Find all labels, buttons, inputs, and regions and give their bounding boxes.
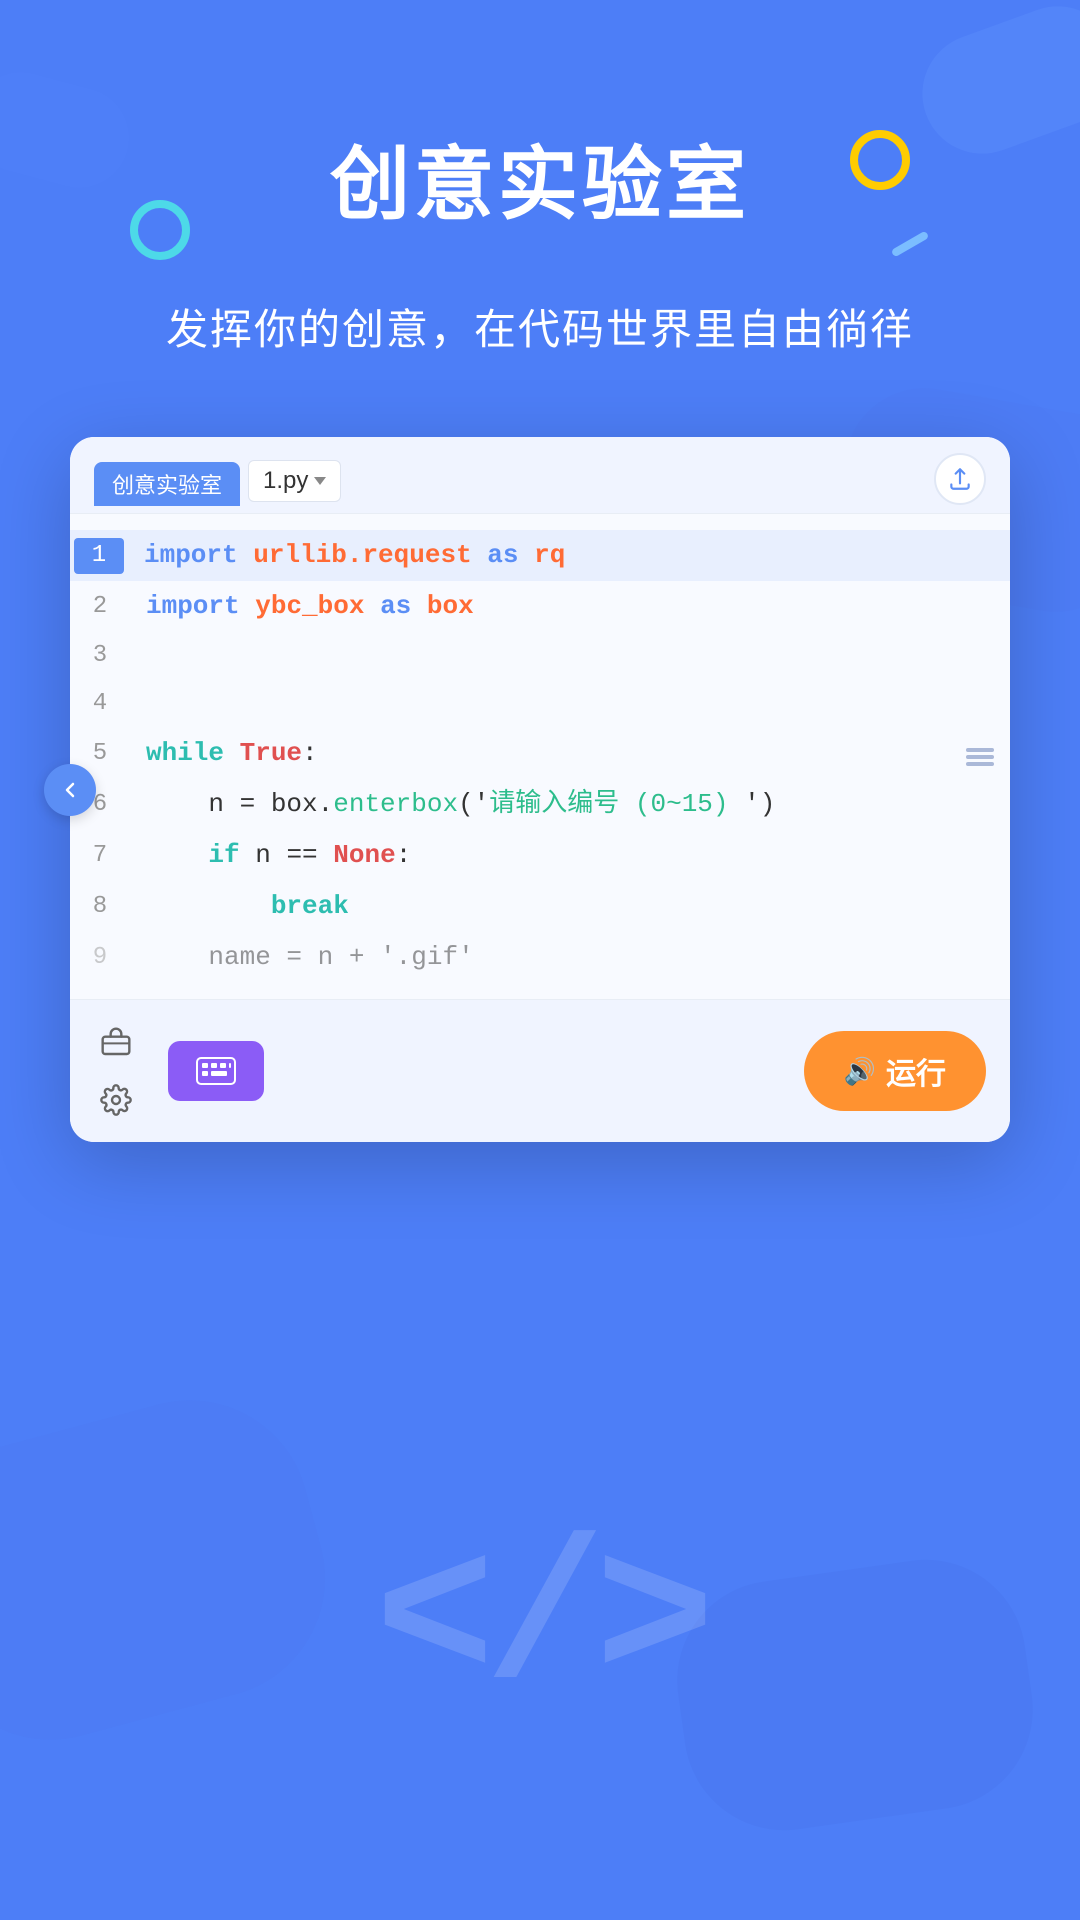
scroll-line-3: [966, 762, 994, 766]
code-line-9: 9 name = n + '.gif': [70, 932, 1010, 983]
file-name: 1.py: [263, 467, 308, 495]
line-number-8: 8: [70, 889, 130, 925]
code-content-2: import ybc_box as box: [130, 587, 1010, 626]
subtitle: 发挥你的创意，在代码世界里自由徜徉: [0, 296, 1080, 357]
card-footer: 🔊 运行: [70, 999, 1010, 1142]
code-content-7: if n == None:: [130, 836, 1010, 875]
share-button[interactable]: [934, 453, 986, 505]
line-number-4: 4: [70, 686, 130, 722]
code-decoration-icon: </>: [375, 1509, 705, 1736]
line-number-7: 7: [70, 838, 130, 874]
scroll-line-1: [966, 748, 994, 752]
code-content-9: name = n + '.gif': [130, 938, 1010, 977]
scroll-line-2: [966, 755, 994, 759]
file-selector[interactable]: 1.py: [248, 460, 341, 502]
tab-label[interactable]: 创意实验室: [94, 462, 240, 506]
code-content-8: break: [130, 887, 1010, 926]
code-line-2: 2 import ybc_box as box: [70, 581, 1010, 632]
keyboard-icon: [196, 1055, 236, 1087]
run-icon: 🔊: [844, 1056, 876, 1087]
reflection-area: [0, 1152, 1080, 1372]
settings-icon-btn[interactable]: [94, 1078, 138, 1122]
back-button[interactable]: [44, 764, 96, 816]
code-line-7: 7 if n == None:: [70, 830, 1010, 881]
code-area[interactable]: 1 import urllib.request as rq 2 import y…: [70, 514, 1010, 999]
run-button[interactable]: 🔊 运行: [804, 1031, 986, 1111]
chevron-down-icon: [314, 477, 326, 485]
code-line-8: 8 break: [70, 881, 1010, 932]
code-line-1: 1 import urllib.request as rq: [70, 530, 1010, 581]
code-content-6: n = box.enterbox('请输入编号 (0~15) '): [130, 785, 1010, 824]
toolbox-icon-btn[interactable]: [94, 1020, 138, 1064]
top-section: 创意实验室 发挥你的创意，在代码世界里自由徜徉: [0, 0, 1080, 357]
editor-card-container: 创意实验室 1.py 1 import urllib.request as rq…: [70, 437, 1010, 1142]
back-icon: [58, 778, 82, 802]
line-number-2: 2: [70, 589, 130, 625]
code-line-3: 3: [70, 632, 1010, 680]
toolbox-icon: [100, 1026, 132, 1058]
share-icon: [947, 466, 973, 492]
card-header: 创意实验室 1.py: [70, 437, 1010, 514]
main-title: 创意实验室: [0, 120, 1080, 236]
scroll-indicator: [966, 748, 994, 766]
line-number-3: 3: [70, 638, 130, 674]
settings-icon: [100, 1084, 132, 1116]
editor-card: 创意实验室 1.py 1 import urllib.request as rq…: [70, 437, 1010, 1142]
code-line-6: 6 n = box.enterbox('请输入编号 (0~15) '): [70, 779, 1010, 830]
keyboard-button[interactable]: [168, 1041, 264, 1101]
code-line-4: 4: [70, 680, 1010, 728]
code-content-1: import urllib.request as rq: [128, 536, 1010, 575]
code-content-5: while True:: [130, 734, 1010, 773]
tab-bar: 创意实验室 1.py: [94, 460, 341, 506]
line-number-1: 1: [74, 538, 124, 574]
line-number-9: 9: [70, 940, 130, 976]
run-button-label: 运行: [886, 1049, 946, 1093]
code-line-5: 5 while True:: [70, 728, 1010, 779]
bottom-section: </>: [0, 1372, 1080, 1872]
